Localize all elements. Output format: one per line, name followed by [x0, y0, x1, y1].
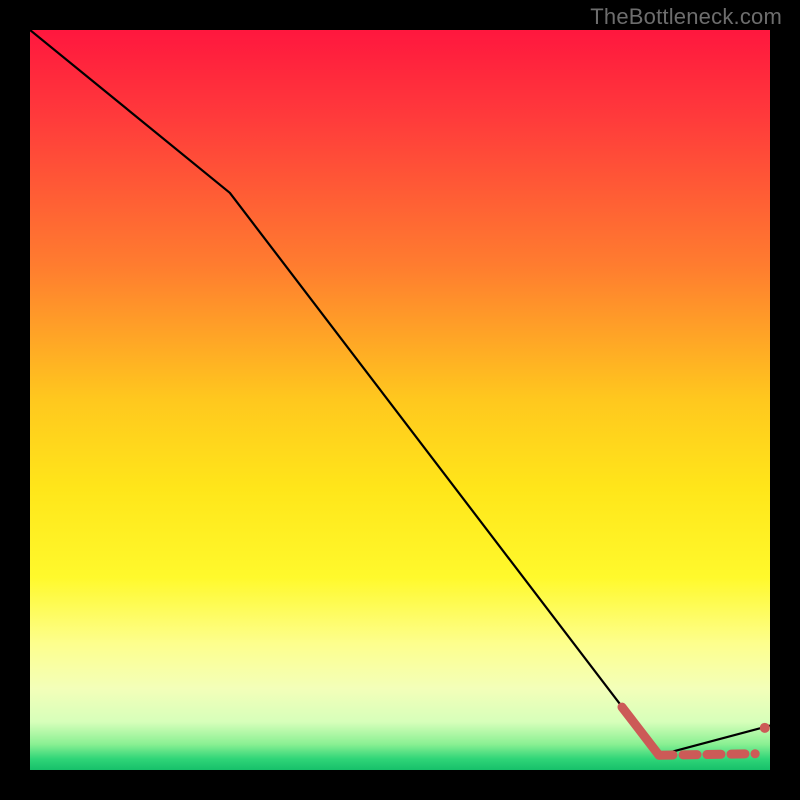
series-red-end-dot: [760, 723, 770, 733]
series-red-dashed: [659, 754, 755, 755]
bottleneck-chart: [30, 30, 770, 770]
chart-frame: TheBottleneck.com: [0, 0, 800, 800]
watermark-label: TheBottleneck.com: [590, 4, 782, 30]
plot-background: [30, 30, 770, 770]
